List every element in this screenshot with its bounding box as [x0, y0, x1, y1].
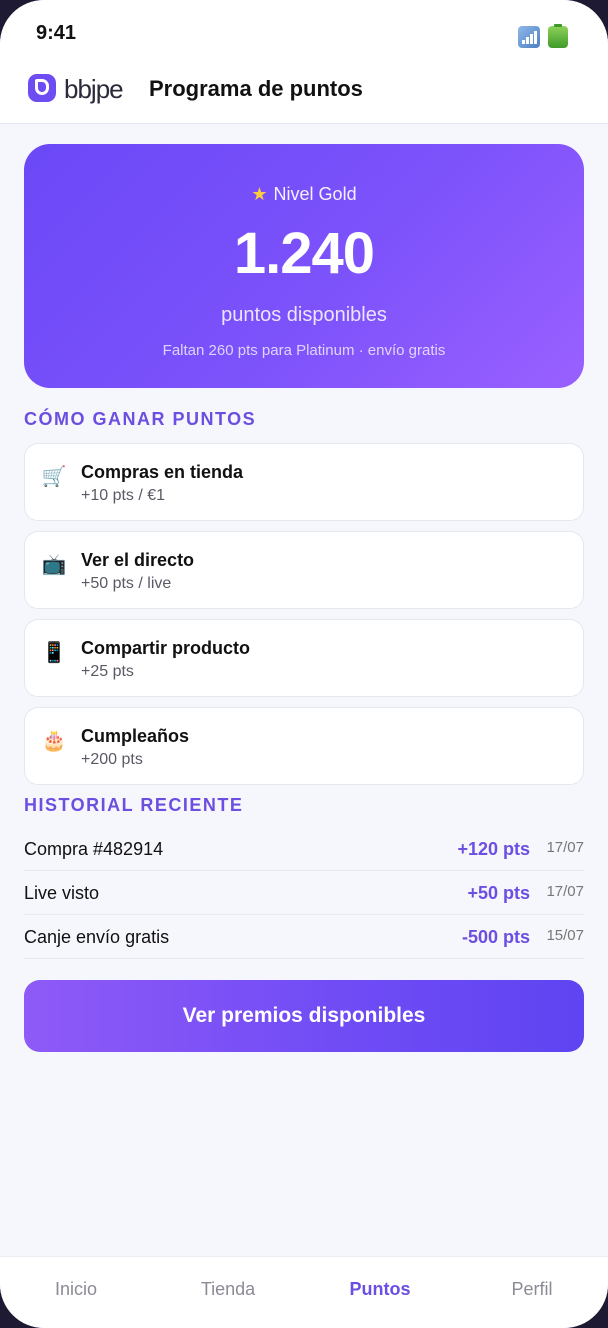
earn-item-reward: +200 pts	[81, 751, 143, 768]
history-date: 15/07	[546, 927, 584, 944]
earn-item-reward: +25 pts	[81, 663, 134, 680]
level-label: Nivel Gold	[273, 184, 357, 204]
earn-item-reward: +50 pts / live	[81, 575, 172, 592]
history-points: -500 pts	[461, 927, 530, 947]
history-label: Canje envío gratis	[24, 927, 170, 947]
level-badge: ★ Nivel Gold	[24, 184, 584, 205]
status-time: 9:41	[36, 22, 77, 44]
star-icon: ★	[251, 184, 268, 204]
status-icons	[518, 24, 568, 48]
earn-heading: CÓMO GANAR PUNTOS	[24, 409, 257, 429]
earn-item-reward: +10 pts / €1	[81, 487, 166, 504]
earn-item-title: Ver el directo	[81, 550, 195, 570]
history-row: Live visto +50 pts 17/07	[24, 871, 584, 915]
earn-item-title: Cumpleaños	[81, 726, 190, 746]
earn-item-title: Compras en tienda	[81, 462, 244, 482]
tab-puntos[interactable]: Puntos	[304, 1279, 456, 1300]
phone-screen: 9:41 bbjpe Programa de puntos ★ Nivel Gol…	[0, 0, 608, 1328]
points-label: puntos disponibles	[221, 304, 387, 326]
signal-icon	[518, 26, 540, 48]
earn-item-live[interactable]: 📺 Ver el directo +50 pts / live	[24, 531, 584, 609]
tab-perfil[interactable]: Perfil	[456, 1279, 608, 1300]
tab-inicio[interactable]: Inicio	[0, 1279, 152, 1300]
history-points: +120 pts	[457, 839, 530, 859]
next-level-note: Faltan 260 pts para Platinum · envío gra…	[162, 342, 446, 359]
history-points: +50 pts	[467, 883, 530, 903]
earn-item-purchases[interactable]: 🛒 Compras en tienda +10 pts / €1	[24, 443, 584, 521]
history-row: Canje envío gratis -500 pts 15/07	[24, 915, 584, 959]
history-label: Compra #482914	[24, 839, 164, 859]
history-date: 17/07	[546, 839, 584, 856]
battery-icon	[548, 24, 568, 48]
tab-bar: Inicio Tienda Puntos Perfil	[0, 1256, 608, 1328]
cart-icon: 🛒	[41, 466, 67, 488]
status-bar: 9:41	[0, 0, 608, 66]
tv-icon: 📺	[41, 554, 67, 576]
app-header: bbjpe Programa de puntos	[0, 66, 608, 124]
points-balance: 1.240	[233, 221, 375, 286]
logo-icon	[28, 74, 56, 102]
tab-tienda[interactable]: Tienda	[152, 1279, 304, 1300]
history-label: Live visto	[24, 883, 100, 903]
history-date: 17/07	[546, 883, 584, 900]
page-title: Programa de puntos	[149, 76, 363, 101]
history-row: Compra #482914 +120 pts 17/07	[24, 827, 584, 871]
cake-icon: 🎂	[41, 730, 67, 752]
history-heading: HISTORIAL RECIENTE	[24, 795, 244, 815]
logo-text: bbjpe	[64, 74, 124, 104]
phone-icon: 📱	[41, 642, 67, 664]
earn-item-birthday[interactable]: 🎂 Cumpleaños +200 pts	[24, 707, 584, 785]
earn-item-share[interactable]: 📱 Compartir producto +25 pts	[24, 619, 584, 697]
earn-item-title: Compartir producto	[81, 638, 250, 658]
points-card: ★ Nivel Gold 1.240 puntos disponibles Fal…	[24, 144, 584, 388]
view-rewards-button[interactable]: Ver premios disponibles	[24, 980, 584, 1052]
